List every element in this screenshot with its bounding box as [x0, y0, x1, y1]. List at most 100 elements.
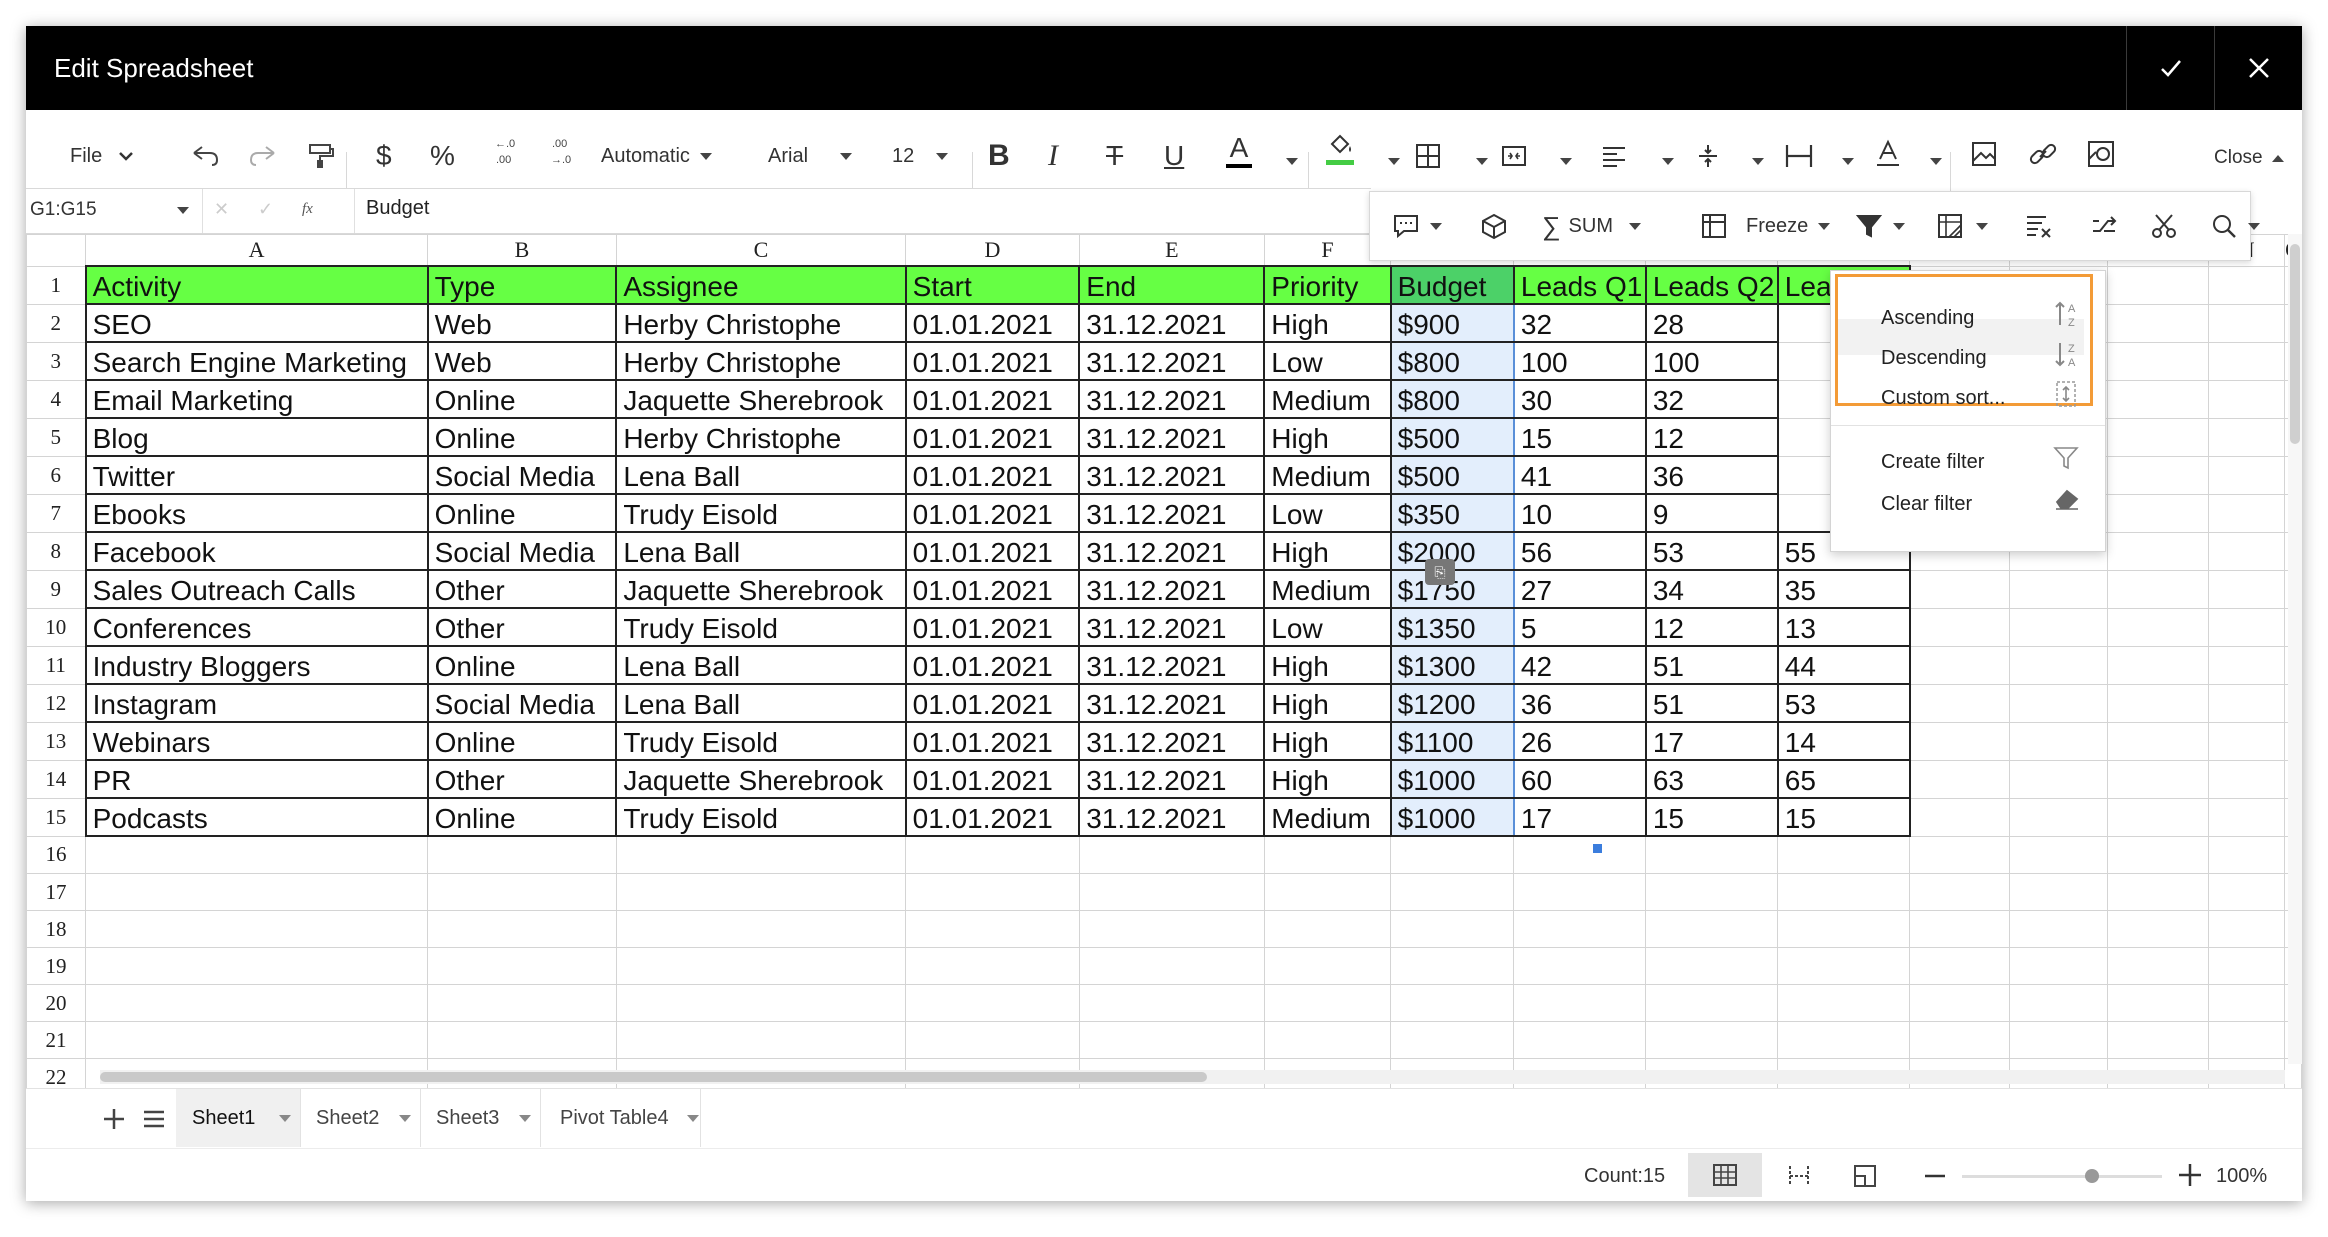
cell[interactable] [1909, 947, 2010, 985]
cell[interactable] [85, 984, 429, 1022]
cell[interactable]: Budget [1389, 265, 1515, 305]
column-header-e[interactable]: E [1078, 234, 1265, 267]
cell[interactable] [1390, 835, 1515, 874]
cell[interactable] [2107, 1021, 2209, 1059]
cell[interactable] [2207, 531, 2286, 571]
bold-button[interactable]: B [988, 136, 1010, 176]
cell[interactable] [1263, 1021, 1392, 1059]
cell[interactable]: Lena Ball [615, 645, 907, 685]
row-header[interactable]: 19 [26, 947, 87, 985]
caret-down-icon[interactable] [1476, 158, 1488, 165]
row-header[interactable]: 3 [26, 341, 87, 381]
cell[interactable]: 27 [1512, 569, 1647, 609]
horizontal-align-button[interactable] [1600, 136, 1628, 176]
cell[interactable] [2207, 607, 2286, 647]
cell[interactable]: Leads Q1 [1512, 265, 1647, 305]
column-header-a[interactable]: A [85, 234, 429, 267]
menu-item-descending[interactable]: Descending [1881, 347, 1987, 370]
cell[interactable] [1777, 947, 1911, 985]
cell[interactable]: 01.01.2021 [904, 379, 1081, 419]
cell[interactable] [615, 835, 907, 874]
cell[interactable] [1513, 873, 1647, 911]
cell[interactable]: $1100 [1389, 721, 1515, 761]
cell[interactable]: Priority [1263, 265, 1392, 305]
cell[interactable]: 01.01.2021 [904, 721, 1081, 761]
cell[interactable]: 15 [1776, 797, 1911, 837]
cell[interactable] [2207, 873, 2286, 911]
cell[interactable] [1078, 984, 1265, 1022]
cell[interactable]: 31.12.2021 [1078, 341, 1266, 381]
cell[interactable] [2008, 1021, 2109, 1059]
cell[interactable]: End [1078, 265, 1266, 305]
cell[interactable]: 01.01.2021 [904, 531, 1081, 571]
cell[interactable] [1909, 607, 2010, 647]
cell[interactable]: 31.12.2021 [1078, 303, 1266, 343]
caret-down-icon[interactable] [1662, 158, 1674, 165]
find-replace-button[interactable] [2210, 206, 2260, 246]
cell[interactable]: Online [426, 797, 618, 837]
cell[interactable]: Ebooks [84, 493, 429, 533]
tab-sheet2[interactable]: Sheet2 [300, 1089, 421, 1147]
cell[interactable]: Medium [1263, 797, 1392, 837]
row-header[interactable]: 15 [26, 797, 87, 837]
insert-link-button[interactable] [2028, 134, 2058, 174]
cell[interactable]: SEO [84, 303, 429, 343]
cell[interactable] [2008, 835, 2109, 874]
cell[interactable]: 31.12.2021 [1078, 493, 1266, 533]
cell[interactable] [2008, 947, 2109, 985]
cell[interactable]: Lena Ball [615, 531, 907, 571]
cell[interactable]: Herby Christophe [615, 303, 907, 343]
cell[interactable] [2107, 265, 2209, 305]
underline-button[interactable]: U [1164, 136, 1184, 176]
cell[interactable]: 01.01.2021 [904, 417, 1081, 457]
cell[interactable]: Jaquette Sherebrook [615, 569, 907, 609]
cell[interactable] [2008, 645, 2109, 685]
font-color-button[interactable]: A [1226, 132, 1252, 180]
menu-item-custom-sort[interactable]: Custom sort... [1881, 387, 2005, 410]
row-header[interactable]: 17 [26, 873, 87, 911]
zoom-level[interactable]: 100% [2216, 1165, 2267, 1188]
cell[interactable] [2207, 721, 2286, 761]
cell[interactable]: High [1263, 303, 1392, 343]
cell[interactable]: Jaquette Sherebrook [615, 759, 907, 799]
cell[interactable] [2107, 493, 2209, 533]
cell[interactable] [1390, 984, 1515, 1022]
cell[interactable] [1513, 910, 1647, 948]
cell[interactable] [1777, 984, 1911, 1022]
row-header[interactable]: 6 [26, 455, 87, 495]
confirm-button[interactable] [2126, 26, 2215, 110]
cell[interactable]: 01.01.2021 [904, 493, 1081, 533]
cell[interactable] [2008, 569, 2109, 609]
row-header[interactable]: 16 [26, 835, 87, 874]
conditional-format-button[interactable] [1936, 206, 1988, 246]
cell[interactable]: 35 [1776, 569, 1911, 609]
cell[interactable] [2107, 341, 2209, 381]
cell[interactable] [2207, 797, 2286, 837]
cell[interactable]: Email Marketing [84, 379, 429, 419]
cell[interactable]: 15 [1512, 417, 1647, 457]
cell[interactable]: Lena Ball [615, 455, 907, 495]
paste-options-icon[interactable]: ⎘ [1425, 559, 1455, 585]
cell[interactable] [1777, 1021, 1911, 1059]
cell[interactable] [905, 947, 1080, 985]
cell[interactable] [615, 947, 907, 985]
tab-sheet3[interactable]: Sheet3 [420, 1089, 541, 1147]
row-header[interactable]: 7 [26, 493, 87, 533]
currency-format-button[interactable]: $ [376, 136, 392, 176]
cell[interactable] [1078, 873, 1265, 911]
cell[interactable]: Online [426, 417, 618, 457]
font-family-select[interactable]: Arial [768, 136, 853, 176]
cell[interactable]: 30 [1512, 379, 1647, 419]
cell[interactable]: Social Media [426, 455, 618, 495]
cell[interactable]: 34 [1644, 569, 1779, 609]
cell[interactable] [2107, 645, 2209, 685]
cell[interactable] [427, 984, 617, 1022]
cell[interactable]: Sales Outreach Calls [84, 569, 429, 609]
cell[interactable] [2107, 947, 2209, 985]
cell[interactable]: 31.12.2021 [1078, 721, 1266, 761]
normal-view-button[interactable] [1688, 1153, 1762, 1197]
caret-down-icon[interactable] [1388, 158, 1400, 165]
cell[interactable] [1909, 873, 2010, 911]
redo-button[interactable] [248, 136, 278, 176]
cell[interactable]: 41 [1512, 455, 1647, 495]
